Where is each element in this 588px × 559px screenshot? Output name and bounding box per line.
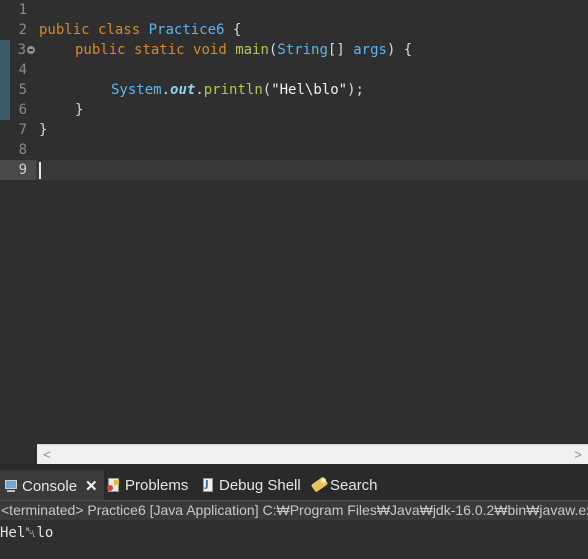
line-number: 2	[18, 22, 27, 38]
line-number: 7	[18, 122, 27, 138]
code-editor[interactable]: 1 2 3 4 5 6 7 8 9 public class Practice6…	[0, 0, 588, 444]
line-number: 5	[0, 80, 36, 100]
problems-icon	[107, 478, 121, 492]
tab-search-label: Search	[330, 476, 378, 494]
code-line-2[interactable]: public class Practice6 {	[39, 20, 241, 40]
scroll-right-arrow-icon[interactable]: >	[570, 445, 586, 464]
change-marker	[0, 60, 10, 80]
punctuation: .	[195, 82, 204, 98]
console-output-line: Hel␀lo	[0, 525, 54, 541]
punctuation: );	[347, 82, 364, 98]
keyword: public	[39, 22, 90, 38]
horizontal-scrollbar[interactable]: < >	[37, 444, 588, 464]
string-literal: "Hel\blo"	[271, 82, 348, 98]
static-field: out	[170, 82, 196, 98]
console-launch-description: <terminated> Practice6 [Java Application…	[0, 500, 588, 520]
keyword: public	[75, 42, 126, 58]
tab-search[interactable]: Search	[310, 470, 378, 500]
change-marker	[0, 40, 10, 60]
keyword: class	[98, 22, 141, 38]
line-number: 1	[18, 2, 27, 18]
change-marker	[0, 80, 10, 100]
parameter-name: args	[353, 42, 387, 58]
code-line-6[interactable]: }	[75, 100, 83, 120]
keyword: static	[134, 42, 185, 58]
fold-collapse-icon[interactable]	[27, 46, 35, 54]
ruler-corner	[0, 444, 37, 464]
line-number: 4	[0, 60, 36, 80]
class-reference: System	[111, 82, 162, 98]
view-tab-bar: Console ✕ Problems J Debug Shell Search	[0, 470, 588, 500]
code-line-3[interactable]: public static void main(String[] args) {	[75, 40, 412, 60]
punctuation: ) {	[386, 42, 413, 58]
scroll-left-arrow-icon[interactable]: <	[39, 445, 55, 464]
line-number: 6	[0, 100, 36, 120]
search-icon	[310, 476, 329, 493]
text-caret	[39, 162, 41, 179]
tab-debug-shell-label: Debug Shell	[219, 476, 301, 494]
class-name: Practice6	[148, 22, 225, 38]
method-name: main	[235, 42, 269, 58]
tab-problems[interactable]: Problems	[107, 470, 188, 500]
close-icon[interactable]: ✕	[85, 477, 98, 495]
tab-debug-shell[interactable]: J Debug Shell	[201, 470, 301, 500]
code-line-7[interactable]: }	[39, 120, 47, 140]
tab-console-label: Console	[22, 477, 78, 495]
current-line-highlight	[36, 160, 588, 180]
punctuation: {	[224, 22, 242, 38]
line-number: 8	[18, 142, 27, 158]
console-icon	[4, 479, 18, 493]
line-number-current: 9	[0, 160, 36, 180]
punctuation: .	[161, 82, 171, 98]
keyword: void	[193, 42, 227, 58]
line-number-ruler: 1 2 3 4 5 6 7 8 9	[0, 0, 36, 444]
tab-problems-label: Problems	[125, 476, 189, 494]
punctuation: }	[75, 102, 84, 118]
method-call: println	[203, 82, 263, 98]
punctuation: }	[39, 122, 48, 138]
change-marker	[0, 100, 10, 120]
line-number: 3	[0, 40, 36, 60]
code-line-5[interactable]: System.out.println("Hel\blo");	[111, 80, 364, 100]
punctuation: []	[327, 42, 354, 58]
console-output-area[interactable]: Hel␀lo	[0, 520, 588, 559]
launch-description-text: <terminated> Practice6 [Java Application…	[1, 502, 588, 518]
tab-console[interactable]: Console ✕	[0, 470, 104, 500]
type-name: String	[277, 42, 328, 58]
punctuation: (	[262, 82, 272, 98]
debug-shell-icon: J	[201, 478, 215, 492]
